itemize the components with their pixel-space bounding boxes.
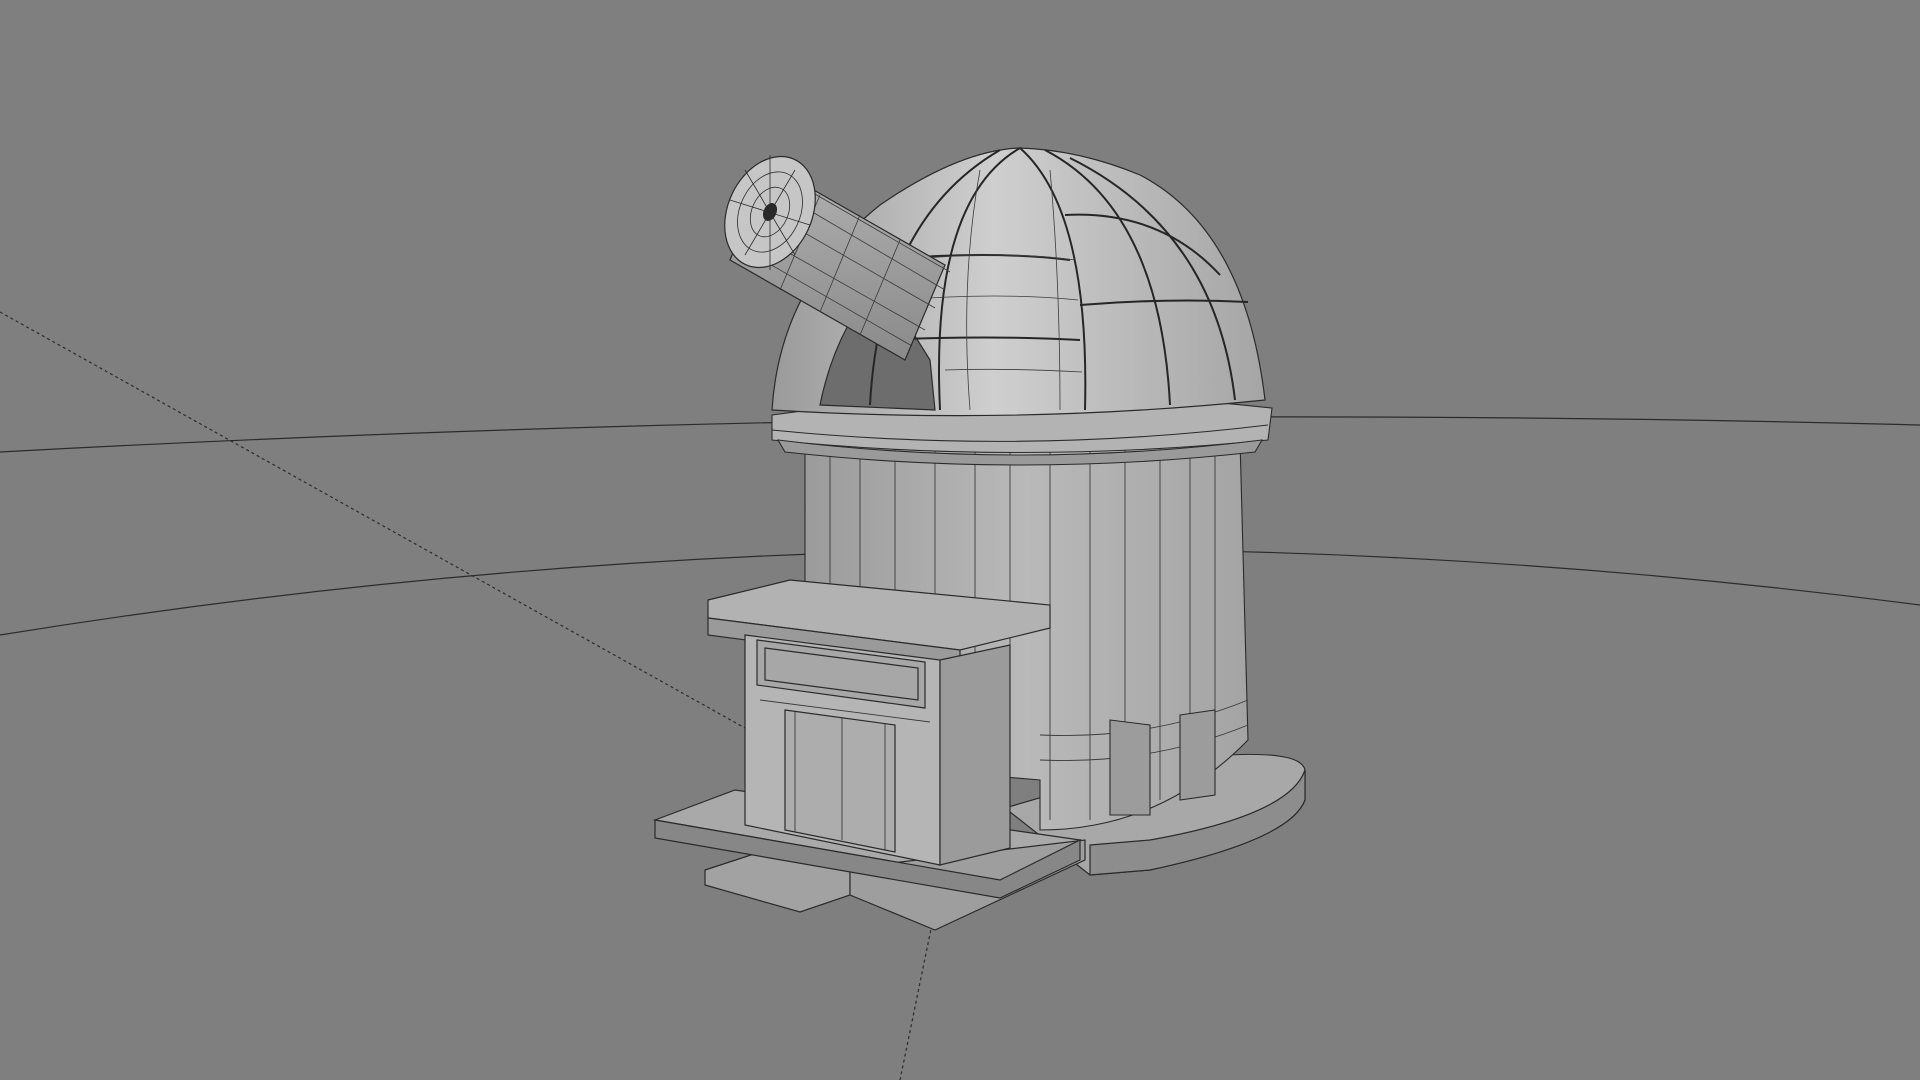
viewport-canvas[interactable]: [0, 0, 1920, 1080]
entrance-door: [784, 709, 896, 853]
3d-viewport[interactable]: [0, 0, 1920, 1080]
entrance-annex[interactable]: [707, 579, 1051, 866]
x-axis-dotted: [0, 311, 746, 729]
